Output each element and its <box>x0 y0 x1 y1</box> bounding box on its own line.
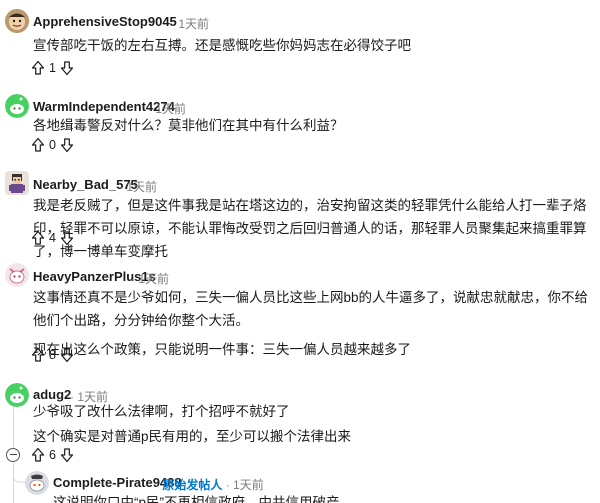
comment: Nearby_Bad_575 · 1天前 我是老反贼了，但是这件事我是站在塔这边… <box>0 170 600 262</box>
vote-count: 6 <box>49 448 56 462</box>
comment-timestamp[interactable]: · 1天前 <box>119 178 157 195</box>
comment-paragraph: 这个确实是对普通p民有用的，至少可以搬个法律出来 <box>33 429 352 444</box>
comment-paragraph: 我是老反贼了，但是这件事我是站在塔这边的，治安拘留这类的轻罪凭什么能给人打一辈子… <box>33 198 587 259</box>
green-snoo-avatar[interactable] <box>5 383 29 407</box>
downvote-arrow-icon[interactable] <box>60 447 74 463</box>
downvote-arrow-icon[interactable] <box>60 137 74 153</box>
time-text: 1天前 <box>178 17 210 31</box>
time-text: 1天前 <box>138 272 170 286</box>
vote-bar: 0 <box>31 135 74 155</box>
comment-paragraph: 宣传部吃干饭的左右互搏。还是感慨吃些你妈妈志在必得饺子吧 <box>33 38 411 53</box>
downvote-arrow-icon[interactable] <box>60 230 74 246</box>
vote-count: 8 <box>49 348 56 362</box>
upvote-arrow-icon[interactable] <box>31 347 45 363</box>
grey-snoo-avatar[interactable] <box>25 471 49 495</box>
cartoon-face-avatar[interactable] <box>5 9 29 33</box>
op-badge: 原始发帖人 <box>162 478 223 492</box>
comment-body: 宣传部吃干饭的左右互搏。还是感慨吃些你妈妈志在必得饺子吧 <box>33 34 588 57</box>
comment-paragraph: 少爷吸了改什么法律啊，打个招呼不就好了 <box>33 404 290 419</box>
vote-bar: 8 <box>31 345 74 365</box>
time-text: 1天前 <box>126 180 158 194</box>
pink-snoo-avatar[interactable] <box>5 263 29 287</box>
vote-bar: 4 <box>31 228 74 248</box>
comment: ApprehensiveStop9045 · 1天前 宣传部吃干饭的左右互搏。还… <box>0 0 600 90</box>
comment-paragraph: 这事情还真不是少爷如何，三失一偏人员比这些上网bb的人牛逼多了，说献忠就献忠，你… <box>33 290 589 328</box>
comment: HeavyPanzerPlus1s · 1天前 这事情还真不是少爷如何，三失一偏… <box>0 262 600 380</box>
pixel-character-avatar[interactable] <box>5 171 29 195</box>
comment-body: 少爷吸了改什么法律啊，打个招呼不就好了 这个确实是对普通p民有用的，至少可以搬个… <box>33 400 588 448</box>
comment-timestamp[interactable]: · 1天前 <box>131 270 169 287</box>
upvote-arrow-icon[interactable] <box>31 137 45 153</box>
green-snoo-avatar[interactable] <box>5 94 29 118</box>
comment: adug2 · 1天前 少爷吸了改什么法律啊，打个招呼不就好了 这个确实是对普通… <box>0 380 600 466</box>
comment-body: 各地缉毒警反对什么？莫非他们在其中有什么利益？ <box>33 114 588 137</box>
time-text: 1天前 <box>233 478 264 492</box>
comment-body: 这说明你口中“p民”不再相信政府，中共信用破产 <box>53 491 588 503</box>
vote-count: 4 <box>49 231 56 245</box>
comment: WarmIndependent4274 · 1天前 各地缉毒警反对什么？莫非他们… <box>0 90 600 170</box>
vote-bar: 6 <box>31 445 74 465</box>
upvote-arrow-icon[interactable] <box>31 60 45 76</box>
upvote-arrow-icon[interactable] <box>31 230 45 246</box>
collapse-thread-icon[interactable] <box>6 448 20 462</box>
comment-paragraph: 各地缉毒警反对什么？莫非他们在其中有什么利益？ <box>33 118 344 133</box>
comment-paragraph: 现在出这么个政策，只能说明一件事：三失一偏人员越来越多了 <box>33 342 411 357</box>
comment-body: 我是老反贼了，但是这件事我是站在塔这边的，治安拘留这类的轻罪凭什么能给人打一辈子… <box>33 194 588 263</box>
downvote-arrow-icon[interactable] <box>60 347 74 363</box>
vote-bar: 1 <box>31 58 74 78</box>
reply-comment: Complete-Pirate9488 · 原始发帖人 · 1天前 这说明你口中… <box>0 466 600 503</box>
vote-count: 0 <box>49 138 56 152</box>
comment-timestamp[interactable]: · 1天前 <box>171 15 209 32</box>
downvote-arrow-icon[interactable] <box>60 60 74 76</box>
comment-author[interactable]: ApprehensiveStop9045 <box>33 14 177 29</box>
upvote-arrow-icon[interactable] <box>31 447 45 463</box>
comment-paragraph: 这说明你口中“p民”不再相信政府，中共信用破产 <box>53 495 340 503</box>
comment-body: 这事情还真不是少爷如何，三失一偏人员比这些上网bb的人牛逼多了，说献忠就献忠，你… <box>33 286 588 361</box>
vote-count: 1 <box>49 61 56 75</box>
